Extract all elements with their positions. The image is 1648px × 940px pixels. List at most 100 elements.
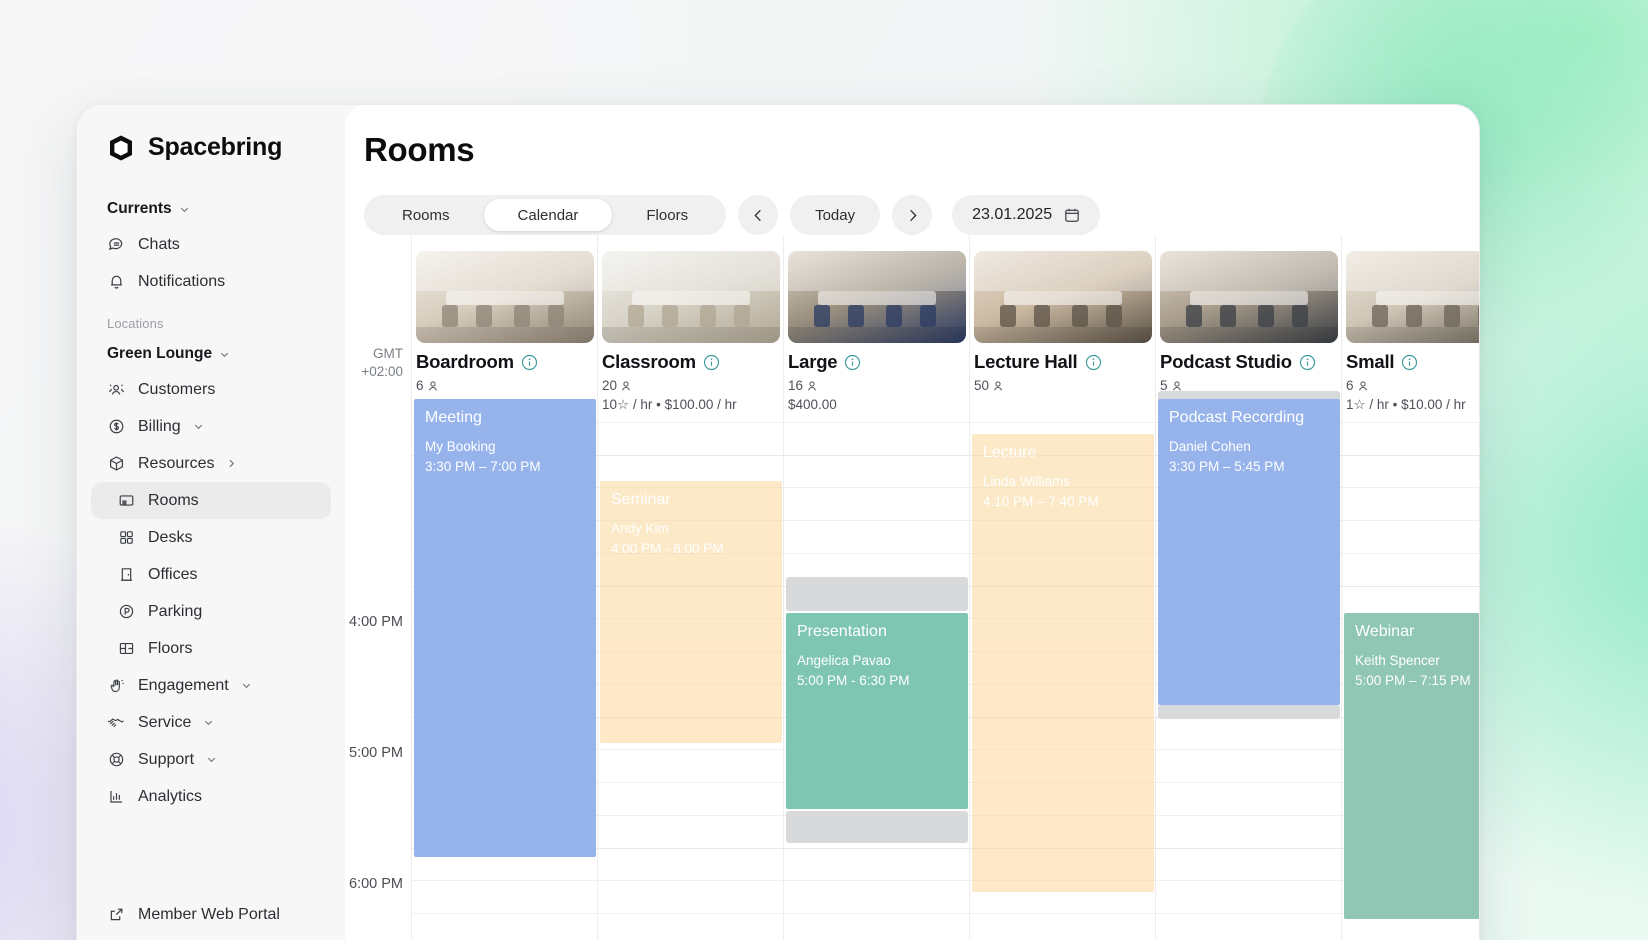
sidebar-item-chats[interactable]: Chats bbox=[91, 226, 331, 263]
calendar-event[interactable]: Seminar Andy Kim 4:00 PM - 6:00 PM bbox=[600, 481, 782, 743]
sidebar-item-billing[interactable]: Billing bbox=[91, 408, 331, 445]
floors-icon bbox=[117, 639, 136, 658]
calendar: GMT +02:00 4:00 PM5:00 PM6:00 PM7:00 PM … bbox=[345, 235, 1479, 940]
room-name-row: Lecture Hall bbox=[974, 351, 1155, 373]
grid-line bbox=[598, 749, 783, 751]
sidebar: Spacebring Currents Chats Notifications … bbox=[77, 105, 345, 940]
room-column: Boardroom64☆ / hr • $40.00 / hrMeetingMy… bbox=[411, 235, 597, 940]
booking-buffer-block[interactable] bbox=[1158, 705, 1340, 719]
sidebar-item-support-label: Support bbox=[138, 750, 195, 768]
grid-line bbox=[1342, 552, 1479, 554]
room-name-row: Small bbox=[1346, 351, 1479, 373]
room-thumbnail[interactable] bbox=[974, 251, 1152, 343]
sidebar-item-notifications-label: Notifications bbox=[138, 272, 226, 290]
sidebar-group-currents[interactable]: Currents bbox=[91, 192, 331, 226]
room-name-row: Podcast Studio bbox=[1160, 351, 1341, 373]
next-day-button[interactable] bbox=[892, 195, 933, 235]
room-thumbnail[interactable] bbox=[788, 251, 966, 343]
grid-line bbox=[412, 913, 597, 914]
dollar-circle-icon bbox=[107, 417, 126, 436]
grid-line bbox=[1156, 847, 1341, 849]
sidebar-group-currents-label: Currents bbox=[107, 200, 172, 217]
main-panel: Rooms Rooms Calendar Floors Today 23.01.… bbox=[345, 105, 1479, 940]
event-title: Seminar bbox=[611, 491, 671, 508]
person-icon bbox=[427, 380, 439, 392]
sidebar-item-engagement[interactable]: Engagement bbox=[91, 667, 331, 704]
room-header: Boardroom64☆ / hr • $40.00 / hr bbox=[412, 251, 597, 413]
sidebar-location-selector[interactable]: Green Lounge bbox=[91, 337, 331, 371]
room-day-column[interactable]: Podcast Recording Daniel Cohen 3:30 PM – 5… bbox=[1156, 391, 1341, 940]
timezone-line1: GMT bbox=[373, 346, 403, 361]
room-column: Lecture Hall 50 Lecture Linda Williams 4:10 … bbox=[969, 235, 1155, 940]
sidebar-item-service[interactable]: Service bbox=[91, 704, 331, 741]
sidebar-item-parking[interactable]: Parking bbox=[91, 593, 331, 630]
calendar-event[interactable]: Podcast Recording Daniel Cohen 3:30 PM – 5… bbox=[1158, 399, 1340, 705]
tab-rooms[interactable]: Rooms bbox=[368, 199, 484, 231]
room-name-row: Classroom bbox=[602, 351, 783, 373]
room-name: Lecture Hall bbox=[974, 351, 1078, 372]
grid-line bbox=[1156, 814, 1341, 816]
sidebar-item-release-notes[interactable]: Release Notes bbox=[91, 933, 331, 940]
sidebar-item-analytics-label: Analytics bbox=[138, 787, 203, 805]
person-icon bbox=[1357, 380, 1369, 392]
room-day-column[interactable]: Presentation Angelica Pavao 5:00 PM - 6:30… bbox=[784, 399, 969, 940]
tab-floors[interactable]: Floors bbox=[612, 199, 722, 231]
sidebar-item-desks[interactable]: Desks bbox=[91, 519, 331, 556]
grid-line bbox=[598, 814, 783, 816]
grid-line bbox=[784, 520, 969, 521]
cube-icon bbox=[107, 454, 126, 473]
brand[interactable]: Spacebring bbox=[91, 105, 331, 192]
room-thumbnail[interactable] bbox=[1160, 251, 1338, 343]
info-icon[interactable] bbox=[844, 354, 861, 371]
sidebar-section-locations: Locations bbox=[107, 316, 164, 331]
date-picker[interactable]: 23.01.2025 bbox=[952, 195, 1101, 235]
event-time: 3:30 PM – 7:00 PM bbox=[425, 458, 541, 474]
sidebar-item-customers[interactable]: Customers bbox=[91, 371, 331, 408]
info-icon[interactable] bbox=[1401, 354, 1418, 371]
sidebar-item-parking-label: Parking bbox=[148, 602, 203, 620]
booking-buffer-block[interactable] bbox=[786, 811, 968, 843]
sidebar-item-offices[interactable]: Offices bbox=[91, 556, 331, 593]
room-day-column[interactable]: Lecture Linda Williams 4:10 PM – 7:40 PM bbox=[970, 399, 1155, 940]
room-header: Lecture Hall 50 bbox=[970, 251, 1155, 393]
room-capacity-value: 6 bbox=[416, 378, 424, 393]
room-name-row: Large bbox=[788, 351, 969, 373]
room-day-column[interactable]: Webinar Keith Spencer 5:00 PM – 7:15 PM bbox=[1342, 399, 1479, 940]
sidebar-item-notifications[interactable]: Notifications bbox=[91, 263, 331, 300]
room-thumbnail[interactable] bbox=[602, 251, 780, 343]
tab-calendar[interactable]: Calendar bbox=[483, 199, 613, 231]
info-icon[interactable] bbox=[1299, 354, 1316, 371]
calendar-event[interactable]: Meeting My Booking 3:30 PM – 7:00 PM bbox=[414, 399, 596, 857]
bell-icon bbox=[107, 272, 126, 291]
room-thumbnail[interactable] bbox=[1346, 251, 1479, 343]
sidebar-item-analytics[interactable]: Analytics bbox=[91, 778, 331, 815]
handshake-icon bbox=[107, 713, 126, 732]
sidebar-item-support[interactable]: Support bbox=[91, 741, 331, 778]
booking-buffer-block[interactable] bbox=[786, 577, 968, 611]
event-person: My Booking bbox=[425, 439, 496, 454]
timezone-line2: +02:00 bbox=[361, 363, 403, 379]
room-day-column[interactable]: Seminar Andy Kim 4:00 PM - 6:00 PM bbox=[598, 399, 783, 940]
chevron-down-icon bbox=[193, 421, 204, 432]
room-capacity: 50 bbox=[974, 378, 1155, 393]
date-picker-value: 23.01.2025 bbox=[972, 206, 1053, 223]
grid-line bbox=[784, 421, 969, 423]
today-button[interactable]: Today bbox=[790, 195, 881, 235]
prev-day-button[interactable] bbox=[738, 195, 779, 235]
calendar-event[interactable]: Lecture Linda Williams 4:10 PM – 7:40 PM bbox=[972, 434, 1154, 892]
sidebar-item-rooms[interactable]: Rooms bbox=[91, 482, 331, 519]
event-person: Angelica Pavao bbox=[797, 653, 891, 668]
sidebar-item-member-web-portal[interactable]: Member Web Portal bbox=[91, 896, 331, 933]
calendar-event[interactable]: Webinar Keith Spencer 5:00 PM – 7:15 PM bbox=[1344, 613, 1479, 919]
sidebar-item-floors[interactable]: Floors bbox=[91, 630, 331, 667]
calendar-event[interactable]: Presentation Angelica Pavao 5:00 PM - 6:30… bbox=[786, 613, 968, 809]
info-icon[interactable] bbox=[1085, 354, 1102, 371]
sidebar-item-resources[interactable]: Resources bbox=[91, 445, 331, 482]
room-day-column[interactable]: Meeting My Booking 3:30 PM – 7:00 PM bbox=[412, 399, 597, 940]
app-window: Spacebring Currents Chats Notifications … bbox=[76, 104, 1480, 940]
info-icon[interactable] bbox=[521, 354, 538, 371]
parking-icon bbox=[117, 602, 136, 621]
chevron-down-icon bbox=[219, 349, 230, 360]
info-icon[interactable] bbox=[703, 354, 720, 371]
room-thumbnail[interactable] bbox=[416, 251, 594, 343]
